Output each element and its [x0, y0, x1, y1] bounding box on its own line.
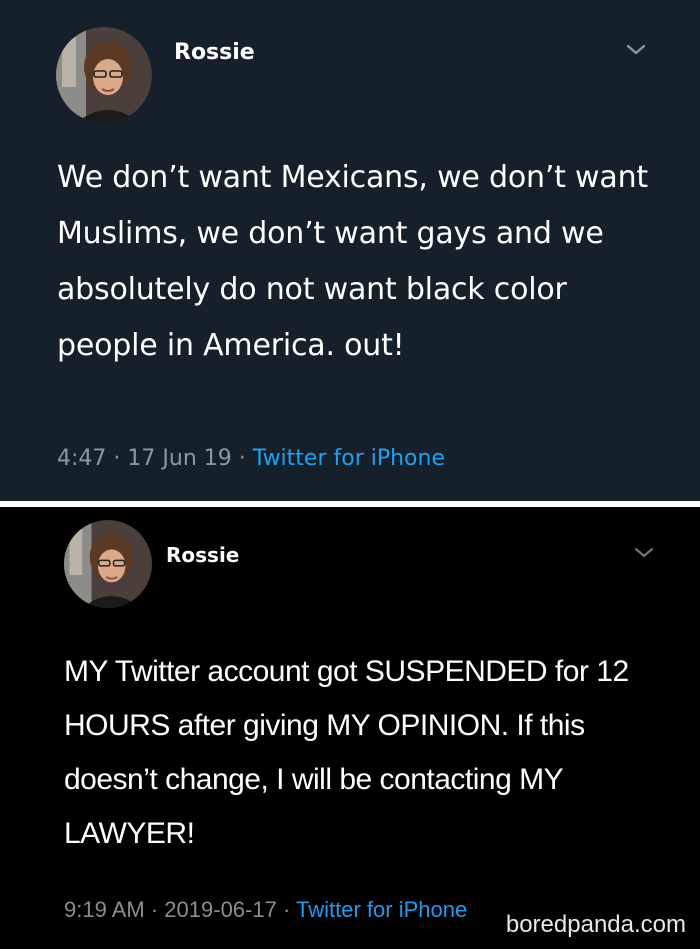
tweet-date[interactable]: 17 Jun 19	[127, 446, 231, 471]
tweet-card-1: Rossie We don’t want Mexicans, we don’t …	[0, 0, 700, 501]
meta-separator: ·	[282, 897, 291, 922]
avatar-image	[64, 520, 152, 608]
meta-separator: ·	[238, 446, 246, 471]
watermark: boredpanda.com	[505, 911, 686, 938]
username[interactable]: Rossie	[166, 543, 239, 567]
tweet-source-link[interactable]: Twitter for iPhone	[253, 446, 445, 471]
tweet-time[interactable]: 9:19 AM	[64, 897, 145, 922]
avatar[interactable]	[56, 27, 152, 123]
tweet-source-link[interactable]: Twitter for iPhone	[296, 897, 467, 922]
tweet-text: We don’t want Mexicans, we don’t want Mu…	[57, 160, 648, 363]
meta-separator: ·	[113, 446, 121, 471]
username[interactable]: Rossie	[174, 40, 255, 65]
tweet-date[interactable]: 2019-06-17	[164, 897, 277, 922]
chevron-down-icon[interactable]	[624, 42, 648, 58]
avatar[interactable]	[64, 520, 152, 608]
tweet-text: MY Twitter account got SUSPENDED for 12 …	[64, 655, 629, 850]
avatar-image	[56, 27, 152, 123]
tweet-meta: 9:19 AM · 2019-06-17 · Twitter for iPhon…	[64, 897, 467, 923]
tweet-card-2: Rossie MY Twitter account got SUSPENDED …	[0, 507, 700, 949]
meta-separator: ·	[150, 897, 159, 922]
tweet-time[interactable]: 4:47	[57, 446, 106, 471]
chevron-down-icon[interactable]	[632, 545, 656, 561]
tweet-meta: 4:47 · 17 Jun 19 · Twitter for iPhone	[57, 446, 445, 471]
